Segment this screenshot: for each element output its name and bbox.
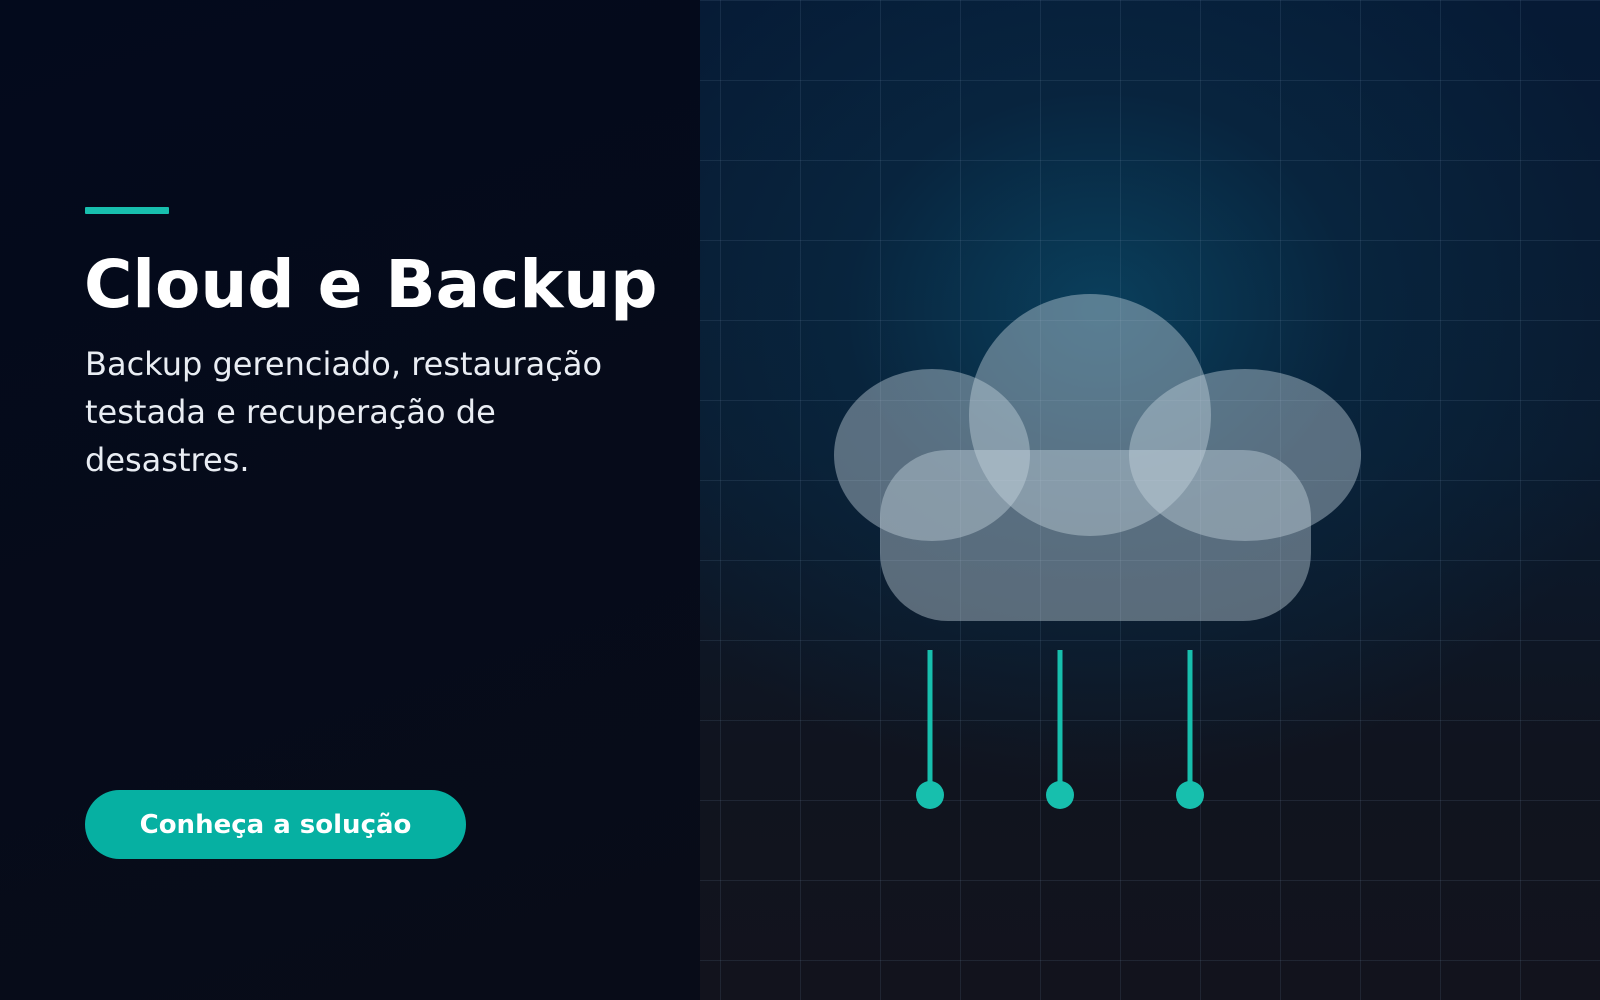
- hero-text-panel: Cloud e Backup Backup gerenciado, restau…: [0, 0, 700, 1000]
- connector-node: [1046, 781, 1074, 809]
- cloud-puff-right: [1129, 369, 1361, 541]
- cta-button[interactable]: Conheça a solução: [85, 790, 466, 859]
- cloud-icon: [834, 294, 1361, 621]
- connector-node: [916, 781, 944, 809]
- connector-lines: [916, 650, 1204, 809]
- connector-node: [1176, 781, 1204, 809]
- illustration-panel: [700, 0, 1600, 1000]
- accent-bar: [85, 207, 169, 214]
- hero-page: Cloud e Backup Backup gerenciado, restau…: [0, 0, 1600, 1000]
- cloud-backup-icon: [834, 294, 1361, 809]
- page-subtitle: Backup gerenciado, restauração testada e…: [85, 345, 603, 479]
- page-title: Cloud e Backup: [84, 246, 658, 323]
